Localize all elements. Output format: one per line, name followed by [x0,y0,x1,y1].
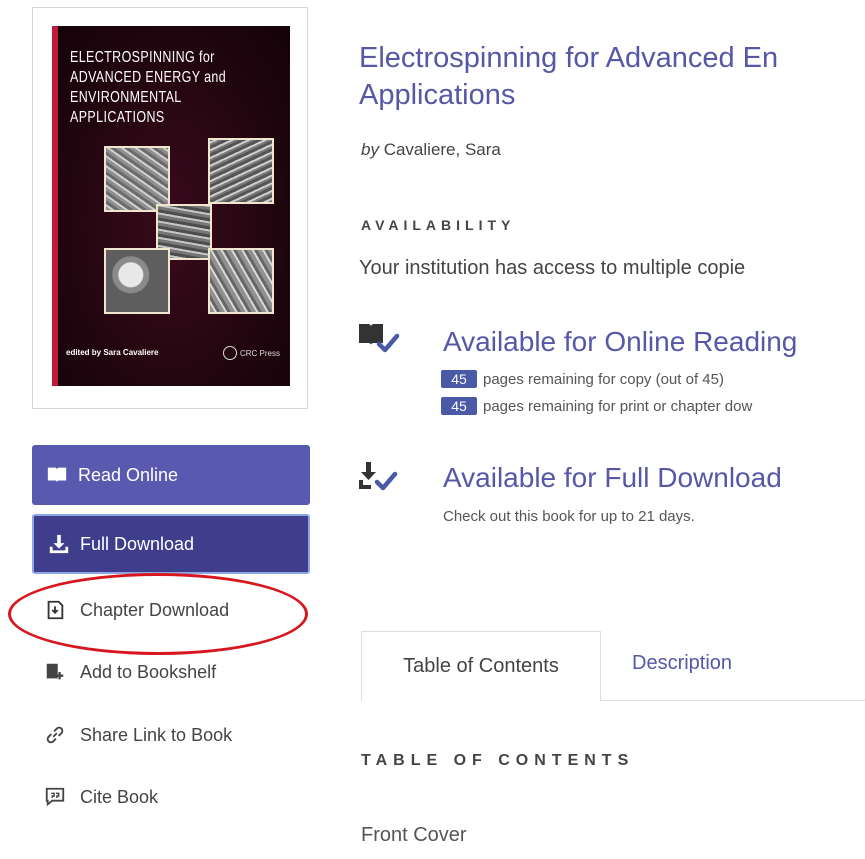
tabs-divider [601,700,865,701]
print-pages-badge: 45 [441,397,477,415]
cite-book-link[interactable]: Cite Book [44,783,158,811]
byline-prefix: by [361,140,379,159]
highlight-annotation-ellipse [8,573,308,655]
link-icon [46,726,64,744]
open-book-icon [47,467,67,483]
print-pages-row: 45 pages remaining for print or chapter … [441,397,752,415]
toc-item-front-cover[interactable]: Front Cover [361,824,467,847]
toc-heading: TABLE OF CONTENTS [361,752,635,769]
publisher-logo-icon [222,346,237,360]
full-download-subtitle: Check out this book for up to 21 days. [443,508,695,525]
share-link-label: Share Link to Book [80,724,233,745]
copy-pages-row: 45 pages remaining for copy (out of 45) [441,370,724,388]
full-download-title: Available for Full Download [443,462,782,493]
full-download-check-icon [359,462,398,491]
cover-publisher: CRC Press [222,346,280,360]
copy-pages-text: pages remaining for copy (out of 45) [483,370,724,388]
full-download-button[interactable]: Full Download [32,514,310,574]
quote-bubble-icon [45,787,65,807]
book-cover-image: ELECTROSPINNING for ADVANCED ENERGY and … [52,26,290,386]
copy-pages-badge: 45 [441,370,477,388]
publisher-name: CRC Press [239,348,280,358]
bookshelf-add-icon [46,663,64,680]
online-reading-check-icon [359,324,400,353]
print-pages-text: pages remaining for print or chapter dow [483,397,753,415]
full-download-label: Full Download [80,533,195,554]
book-title-line2: Applications [359,79,516,111]
share-link-link[interactable]: Share Link to Book [44,721,232,749]
availability-heading: AVAILABILITY [361,217,516,233]
cover-micrograph-4 [208,248,274,314]
cover-editor: edited by Sara Cavaliere [66,348,159,357]
online-reading-title: Available for Online Reading [443,326,798,357]
cover-micrograph-1 [104,146,170,212]
read-online-label: Read Online [78,464,179,485]
tab-description[interactable]: Description [632,652,732,675]
book-title: Electrospinning for Advanced En Applicat… [359,40,865,114]
cover-micrograph-2 [208,138,274,204]
tab-table-of-contents[interactable]: Table of Contents [361,631,601,701]
book-cover-frame: ELECTROSPINNING for ADVANCED ENERGY and … [32,7,308,409]
cover-title: ELECTROSPINNING for ADVANCED ENERGY and … [70,48,234,128]
cover-accent-bar [52,26,58,386]
access-text: Your institution has access to multiple … [359,257,746,279]
cover-micrograph-3 [104,248,170,314]
cover-title-line2-suffix: and [204,69,227,86]
cover-title-line2: ADVANCED ENERGY [70,69,201,86]
cite-book-label: Cite Book [80,786,159,807]
cover-title-line1-suffix: for [198,49,215,66]
cover-title-line3: ENVIRONMENTAL APPLICATIONS [70,89,182,126]
cover-title-line1: ELECTROSPINNING [70,49,196,66]
book-byline: by Cavaliere, Sara [361,140,501,160]
download-icon [49,534,69,554]
book-author[interactable]: Cavaliere, Sara [384,140,501,159]
read-online-button[interactable]: Read Online [32,445,310,505]
add-to-bookshelf-link[interactable]: Add to Bookshelf [44,658,216,686]
add-to-bookshelf-label: Add to Bookshelf [80,661,217,682]
book-title-line1: Electrospinning for Advanced En [359,42,779,74]
